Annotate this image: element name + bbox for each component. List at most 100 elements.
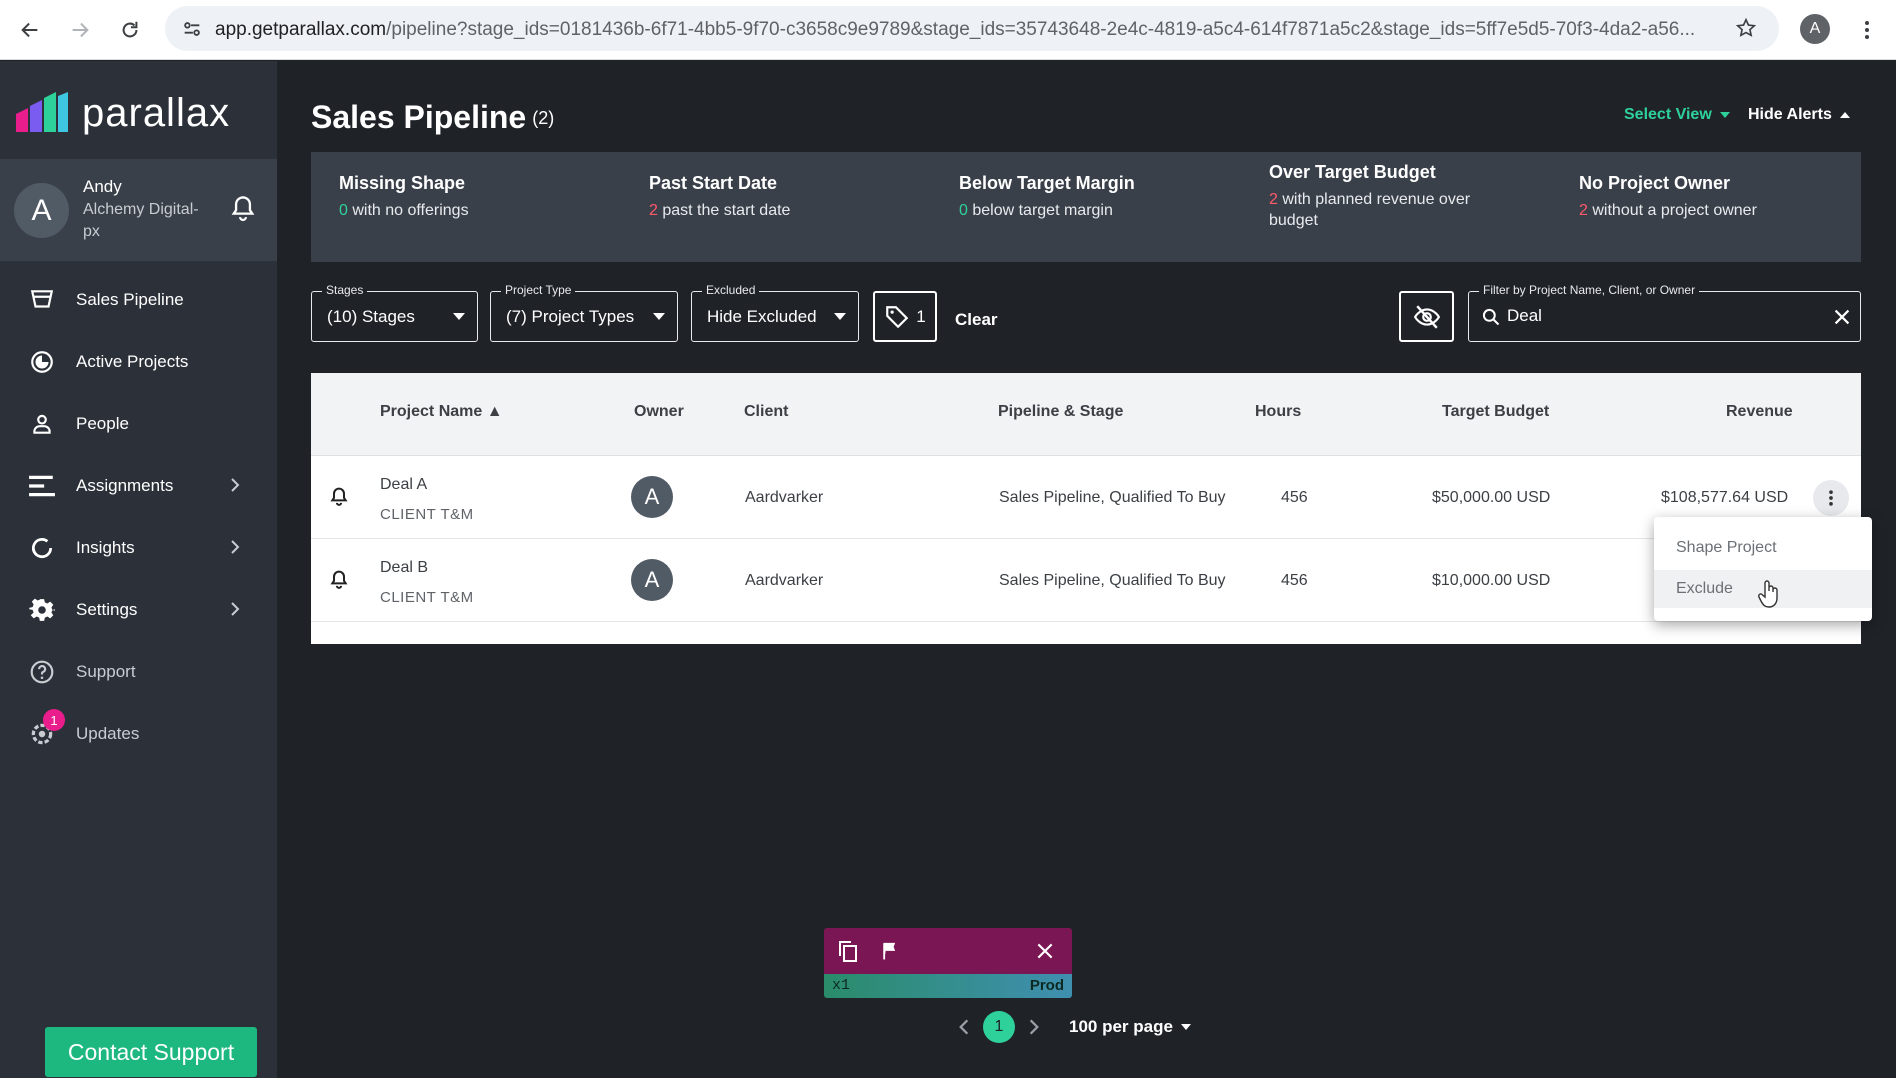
sidebar-item-label: Assignments [76,476,174,495]
table-row[interactable]: Deal A CLIENT T&M A Aardvarker Sales Pip… [311,456,1861,539]
row-actions-menu: Shape Project Exclude [1654,517,1872,621]
owner-avatar[interactable]: A [631,559,673,601]
bell-icon[interactable] [329,569,349,591]
dev-toolbar: x1 Prod [824,928,1072,998]
help-icon [28,658,56,686]
address-bar[interactable]: app.getparallax.com/pipeline?stage_ids=0… [165,6,1779,51]
tag-count: 1 [916,306,926,326]
parallax-logo-icon [16,91,68,132]
dev-toolbar-env: x1 Prod [824,974,1072,998]
target-budget-value: $10,000.00 USD [1432,572,1551,589]
excluded-filter[interactable]: Excluded Hide Excluded [691,283,859,342]
target-budget-value: $50,000.00 USD [1432,489,1551,506]
column-header-revenue[interactable]: Revenue [1726,403,1793,421]
select-view-button[interactable]: Select View [1624,106,1730,124]
eye-off-icon [1413,304,1440,329]
hours-value: 456 [1281,489,1308,506]
page-number-current[interactable]: 1 [983,1011,1015,1043]
sidebar-item-label: Insights [76,538,135,557]
gear-icon [28,596,56,624]
arrow-left-icon [21,22,38,38]
back-button[interactable] [12,12,48,48]
copy-icon[interactable] [836,939,860,963]
stages-filter[interactable]: Stages (10) Stages [311,283,478,342]
forward-button[interactable] [62,12,98,48]
owner-avatar[interactable]: A [631,476,673,518]
column-header-pipeline-stage[interactable]: Pipeline & Stage [998,403,1123,421]
project-type: CLIENT T&M [380,506,474,523]
hours-value: 456 [1281,572,1308,589]
sidebar-item-active-projects[interactable]: Active Projects [0,331,277,393]
column-header-owner[interactable]: Owner [634,403,684,421]
site-settings-icon [184,22,200,36]
sidebar-item-people[interactable]: People [0,393,277,455]
sidebar-item-assignments[interactable]: Assignments [0,455,277,517]
alerts-panel: Missing Shape 0 with no offerings Past S… [311,152,1861,262]
search-input[interactable] [1507,306,1807,326]
close-icon[interactable] [1831,306,1853,328]
reload-button[interactable] [112,12,148,48]
sidebar-item-settings[interactable]: Settings [0,579,277,641]
project-name[interactable]: Deal A [380,476,427,494]
caret-up-icon [1839,112,1850,118]
row-actions-button[interactable] [1813,480,1849,516]
project-search-box: Filter by Project Name, Client, or Owner [1468,283,1861,342]
tag-filter-button[interactable]: 1 [873,291,937,342]
sidebar-item-updates[interactable]: 1 Updates [0,703,277,765]
project-type-filter[interactable]: Project Type (7) Project Types [490,283,678,342]
logo-text: parallax [82,91,231,135]
browser-menu-icon[interactable] [1855,18,1879,42]
caret-down-icon [453,313,465,320]
project-name[interactable]: Deal B [380,559,428,577]
browser-profile-avatar[interactable]: A [1800,14,1830,44]
client-name: Aardvarker [745,572,824,589]
hide-alerts-button[interactable]: Hide Alerts [1748,106,1850,124]
alert-no-project-owner[interactable]: No Project Owner 2 without a project own… [1579,152,1757,262]
alert-over-target-budget[interactable]: Over Target Budget 2 with planned revenu… [1269,152,1509,262]
reload-icon [122,21,138,38]
user-avatar: A [14,183,69,238]
pipeline-stage: Sales Pipeline, Qualified To Buy [999,489,1226,506]
insights-icon [28,534,56,562]
column-header-client[interactable]: Client [744,403,788,421]
column-header-hours[interactable]: Hours [1255,403,1301,421]
toggle-hidden-button[interactable] [1399,291,1454,342]
bookmark-star-icon[interactable] [1735,17,1757,39]
env-label: Prod [1029,977,1064,994]
user-block[interactable]: A Andy Alchemy Digital-px [0,159,277,261]
sidebar-item-label: People [76,414,129,433]
alert-past-start-date[interactable]: Past Start Date 2 past the start date [649,152,790,262]
hand-cursor-icon [1758,580,1778,608]
url-text: app.getparallax.com/pipeline?stage_ids=0… [215,19,1696,40]
close-icon[interactable] [1035,941,1055,961]
per-page-select[interactable]: 100 per page [1069,1017,1191,1037]
pipeline-stage: Sales Pipeline, Qualified To Buy [999,572,1226,589]
column-header-target-budget[interactable]: Target Budget [1442,403,1549,421]
bars-icon [28,472,56,500]
bell-icon[interactable] [329,486,349,508]
chevron-right-icon [231,540,240,554]
env-zoom-label: x1 [832,977,851,994]
table-row[interactable]: Deal B CLIENT T&M A Aardvarker Sales Pip… [311,539,1861,622]
sidebar: parallax A Andy Alchemy Digital-px Sales… [0,61,277,1078]
table-header: Project Name ▲ Owner Client Pipeline & S… [311,373,1861,456]
sidebar-item-sales-pipeline[interactable]: Sales Pipeline [0,269,277,331]
menu-item-shape-project[interactable]: Shape Project [1654,529,1872,567]
clear-filters-button[interactable]: Clear [955,310,998,330]
chevron-left-icon[interactable] [955,1017,973,1037]
sidebar-nav: Sales Pipeline Active Projects People As… [0,269,277,765]
alert-missing-shape[interactable]: Missing Shape 0 with no offerings [339,152,469,262]
chevron-right-icon[interactable] [1025,1017,1043,1037]
flag-icon[interactable] [880,940,900,962]
sidebar-item-support[interactable]: Support [0,641,277,703]
column-header-project-name[interactable]: Project Name ▲ [380,403,503,421]
sort-ascending-icon: ▲ [486,403,503,420]
contact-support-button[interactable]: Contact Support [45,1027,257,1077]
sidebar-item-insights[interactable]: Insights [0,517,277,579]
notification-bell-icon[interactable] [229,194,257,224]
alert-below-target-margin[interactable]: Below Target Margin 0 below target margi… [959,152,1135,262]
pagination: 1 100 per page [955,1009,1191,1045]
person-icon [28,410,56,438]
tag-icon [886,305,909,328]
parallax-logo[interactable]: parallax [14,91,230,136]
